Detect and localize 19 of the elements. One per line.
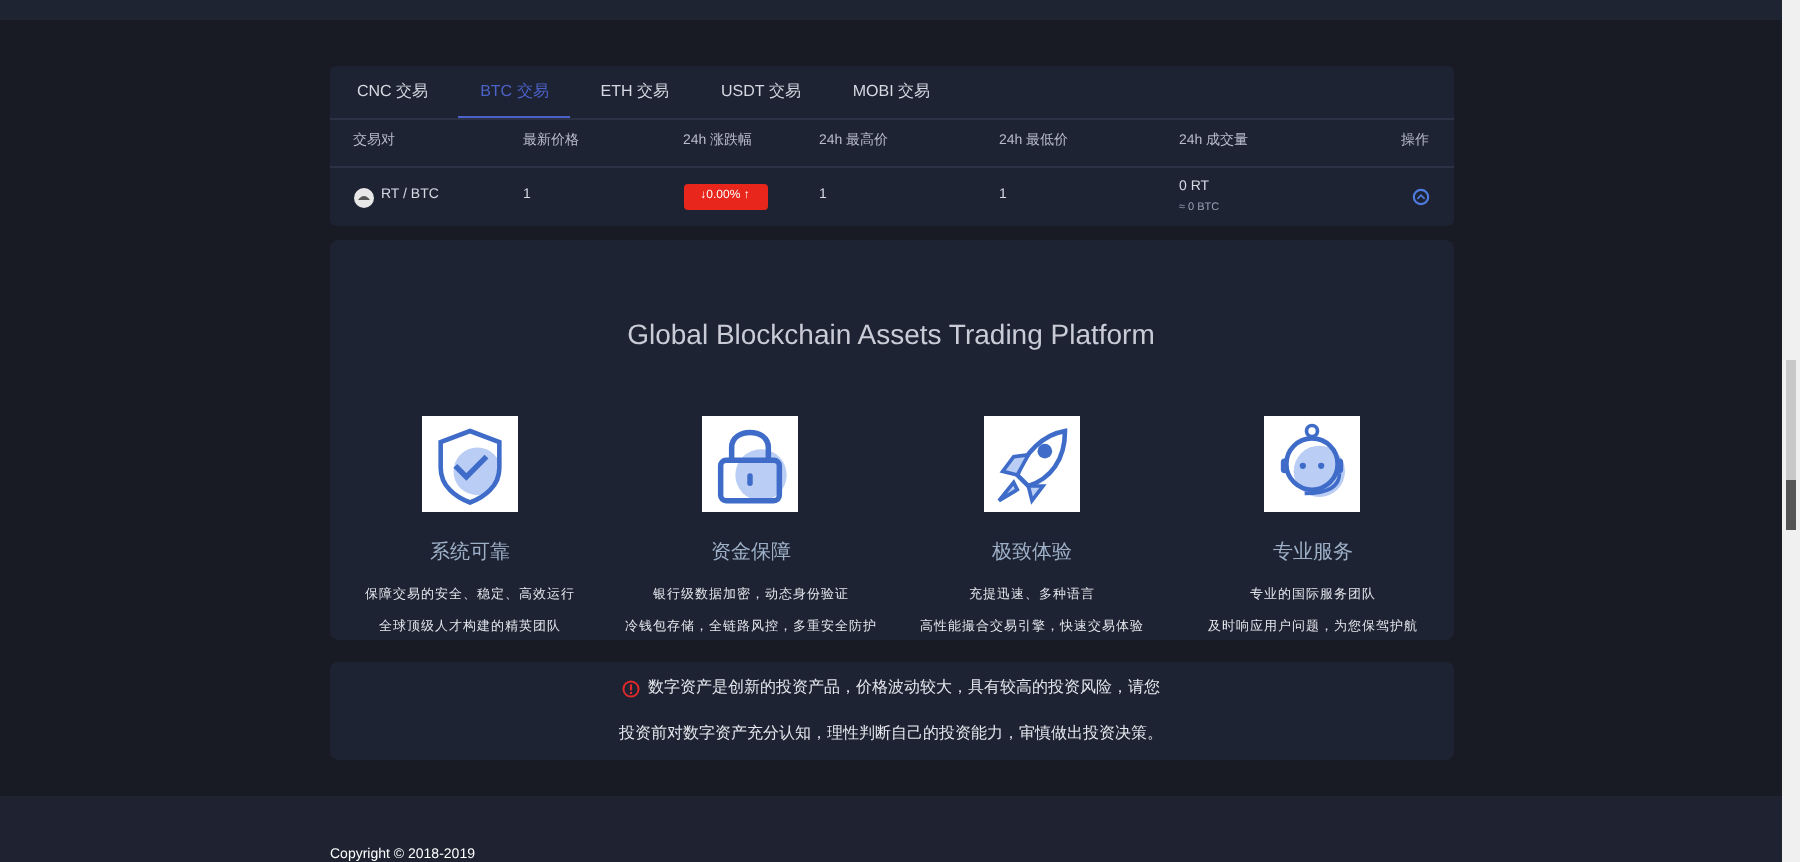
lock-icon bbox=[702, 416, 799, 512]
market-tab[interactable]: MOBI 交易 bbox=[830, 66, 953, 118]
platform-title: Global Blockchain Assets Trading Platform bbox=[627, 316, 1155, 354]
feature-title: 资金保障 bbox=[710, 539, 791, 568]
market-tab[interactable]: ETH 交易 bbox=[578, 66, 692, 118]
scrollbar[interactable] bbox=[1782, 0, 1800, 862]
market-tab[interactable]: CNC 交易 bbox=[335, 66, 451, 118]
rocket-icon bbox=[983, 416, 1080, 512]
support-icon bbox=[1264, 416, 1361, 512]
chart-icon[interactable] bbox=[1411, 188, 1429, 206]
feature-title: 系统可靠 bbox=[429, 539, 510, 568]
warning-text: 数字资产是创新的投资产品，价格波动较大，具有较高的投资风险，请您 bbox=[648, 676, 1160, 700]
shield-icon bbox=[421, 416, 518, 512]
warning-text: 投资前对数字资产充分认知，理性判断自己的投资能力，审慎做出投资决策。 bbox=[619, 722, 1163, 746]
warning-icon bbox=[622, 679, 640, 697]
market-tab[interactable]: USDT 交易 bbox=[699, 66, 823, 118]
coin-icon bbox=[353, 187, 373, 207]
feature-title: 极致体验 bbox=[991, 539, 1072, 568]
feature-title: 专业服务 bbox=[1272, 539, 1353, 568]
